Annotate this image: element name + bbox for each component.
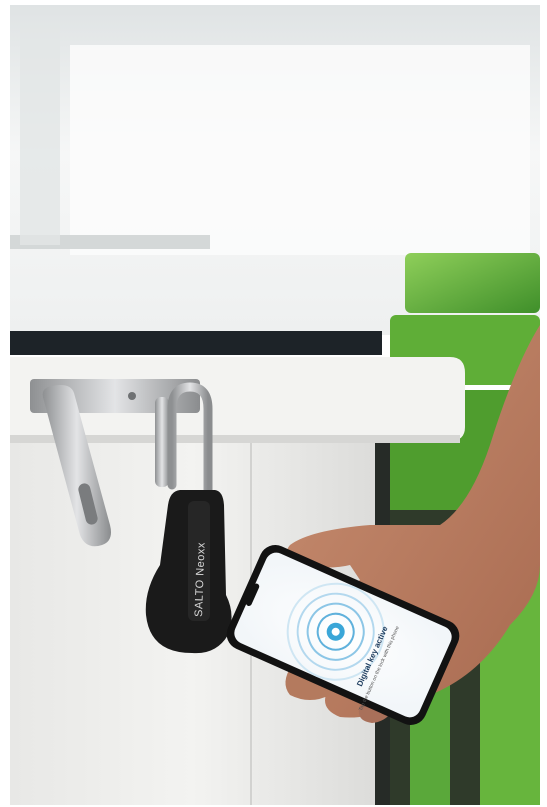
photo-scene: SALTO Neoxx Digital key active Tap the b… xyxy=(10,5,540,805)
photo: SALTO Neoxx Digital key active Tap the b… xyxy=(10,5,540,805)
background-pillar xyxy=(20,25,60,245)
counter-top-dark xyxy=(10,331,382,355)
window-light xyxy=(70,45,530,255)
